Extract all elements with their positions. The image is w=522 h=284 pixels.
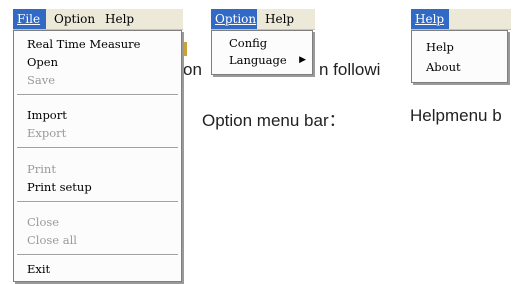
menu-item-import[interactable]: Import xyxy=(14,107,181,124)
menu-item-about[interactable]: About xyxy=(412,59,507,76)
menubar-file[interactable]: File xyxy=(13,9,46,29)
menu-item-save[interactable]: Save xyxy=(14,72,181,89)
menu-item-open[interactable]: Open xyxy=(14,54,181,71)
menu-item-print[interactable]: Print xyxy=(14,161,181,178)
menu-separator xyxy=(17,94,178,96)
menu-item-close[interactable]: Close xyxy=(14,214,181,231)
menu-item-help[interactable]: Help xyxy=(412,39,507,56)
submenu-arrow-icon: ▶ xyxy=(299,55,306,65)
menu-separator xyxy=(17,147,178,149)
menubar-option[interactable]: Option xyxy=(211,9,257,29)
menubar-help[interactable]: Help xyxy=(411,9,449,29)
menubar-help[interactable]: Help xyxy=(261,9,298,29)
help-menubar: Help xyxy=(411,9,511,30)
menubar-option[interactable]: Option xyxy=(50,9,99,29)
menubar-help[interactable]: Help xyxy=(101,9,138,29)
file-menu-dropdown: Real Time Measure Open Save Import Expor… xyxy=(13,30,182,282)
menu-item-close-all[interactable]: Close all xyxy=(14,232,181,249)
menu-separator xyxy=(17,201,178,203)
menu-separator xyxy=(17,254,178,256)
menu-item-print-setup[interactable]: Print setup xyxy=(14,179,181,196)
caption-fragment-following: n followi xyxy=(319,60,381,79)
window-edge-strip xyxy=(184,42,187,56)
menu-item-real-time-measure[interactable]: Real Time Measure xyxy=(14,36,181,53)
menu-item-exit[interactable]: Exit xyxy=(14,261,181,278)
help-menu-dropdown: Help About xyxy=(411,30,508,83)
option-menubar: Option Help xyxy=(211,9,315,30)
option-menu-caption: Option menu bar： xyxy=(202,111,346,130)
file-menubar: File Option Help xyxy=(13,9,183,30)
menu-item-language[interactable]: Language ▶ xyxy=(212,52,312,69)
menu-item-export[interactable]: Export xyxy=(14,125,181,142)
menu-item-config[interactable]: Config xyxy=(212,35,312,52)
caption-fragment-on: on xyxy=(183,60,202,79)
menu-item-language-label: Language xyxy=(229,53,287,67)
option-menu-dropdown: Config Language ▶ xyxy=(211,30,313,75)
help-menu-caption: Helpmenu b xyxy=(410,106,502,125)
